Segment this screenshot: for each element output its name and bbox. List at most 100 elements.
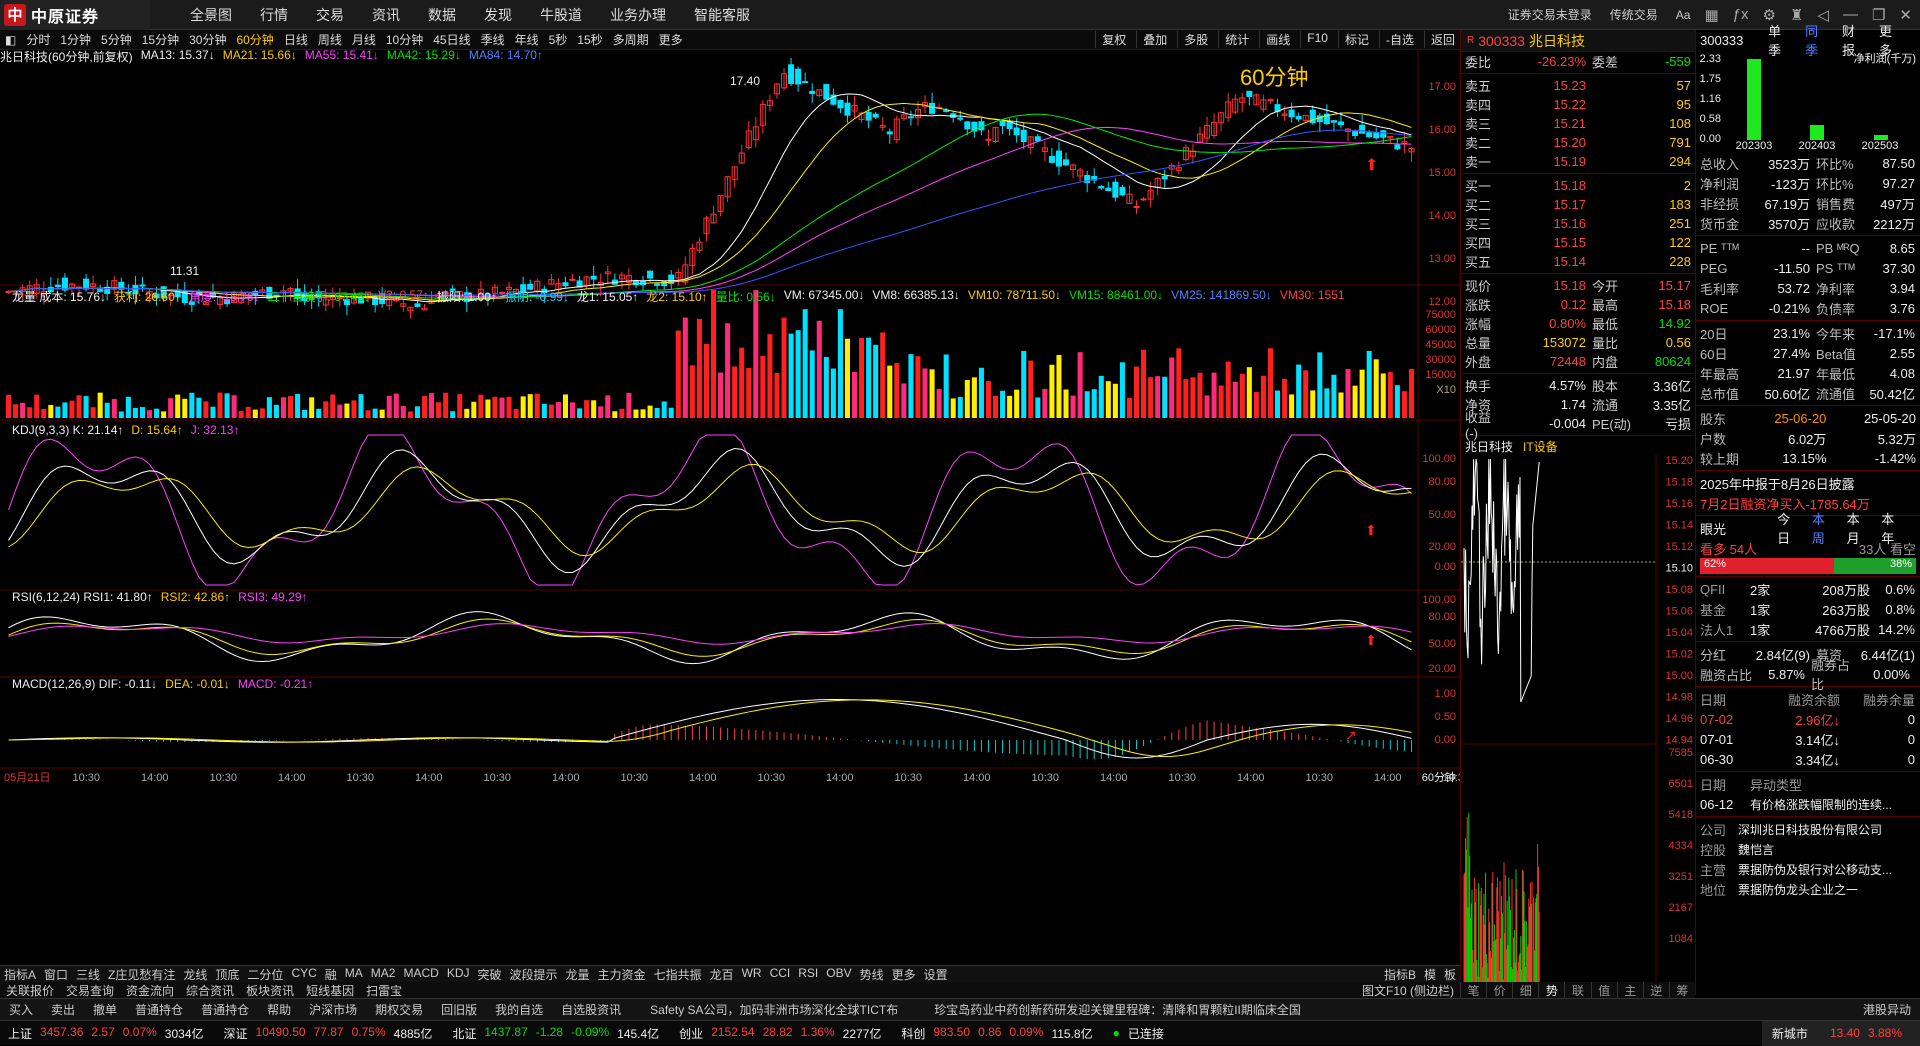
info-tab[interactable]: 交易查询 (66, 982, 114, 999)
menu-item[interactable]: 数据 (428, 5, 456, 25)
indicator-tab[interactable]: 突破 (478, 966, 502, 983)
indicator-tab[interactable]: CYC (291, 966, 316, 983)
intraday-mini-chart[interactable]: 15.20 15.18 15.16 15.14 15.12 15.10 15.08 15.06… (1461, 454, 1696, 984)
index-name[interactable]: 科创 (901, 1025, 925, 1042)
index-name[interactable]: 创业 (679, 1025, 703, 1042)
trade-shortcut[interactable]: 我的自选 (495, 1001, 543, 1018)
period-tab[interactable]: 月线 (352, 31, 376, 48)
menu-item[interactable]: 发现 (484, 5, 512, 25)
eye-tab[interactable]: 今日 (1777, 509, 1802, 547)
indicator-tab[interactable]: 龙百 (710, 966, 734, 983)
info-tab[interactable]: 扫雷宝 (366, 982, 402, 999)
menu-item[interactable]: 全景图 (190, 5, 232, 25)
quote-tab[interactable]: 价 (1486, 982, 1512, 998)
indicator-tab[interactable]: MA2 (371, 966, 396, 983)
chart-tool-button[interactable]: 统计 (1218, 31, 1249, 48)
mini-tag[interactable]: IT设备 (1523, 438, 1558, 454)
period-tab[interactable]: 更多 (659, 31, 683, 48)
hk-abnormal-link[interactable]: 港股异动 (1863, 1001, 1911, 1018)
font-size-button[interactable]: Aa (1676, 8, 1691, 22)
trade-shortcut[interactable]: 自选股资讯 (561, 1001, 621, 1018)
abnormal-row[interactable]: 06-12 有价格涨跌幅限制的连续... (1696, 794, 1920, 814)
quote-tab[interactable]: 笔 (1460, 982, 1486, 998)
period-tab[interactable]: 15秒 (577, 31, 602, 48)
kline-chart-svg[interactable]: 17.00 16.00 15.00 14.00 13.00 12.00 17.40 11.31… (0, 50, 1470, 965)
panel-toggle-icon[interactable]: ◧ (5, 33, 16, 47)
indicator-b-tab[interactable]: 指标B (1384, 966, 1416, 983)
quote-tab[interactable]: 细 (1512, 982, 1538, 998)
period-tab[interactable]: 5分钟 (101, 31, 132, 48)
trade-shortcut[interactable]: 买入 (9, 1001, 33, 1018)
menu-item[interactable]: 行情 (260, 5, 288, 25)
indicator-tab[interactable]: Z庄见愁有注 (108, 966, 175, 983)
indicator-tab[interactable]: WR (742, 966, 762, 983)
report-notice[interactable]: 2025年中报于8月26日披露 (1696, 473, 1920, 493)
trade-shortcut[interactable]: 期权交易 (375, 1001, 423, 1018)
quote-tab[interactable]: 势 (1538, 982, 1564, 998)
f10-sidebar-link[interactable]: 图文F10 (侧边栏) (1362, 982, 1454, 999)
trade-shortcut[interactable]: 回旧版 (441, 1001, 477, 1018)
info-tab[interactable]: 资金流向 (126, 982, 174, 999)
trade-shortcut[interactable]: 普通持仓 (135, 1001, 183, 1018)
period-tab[interactable]: 周线 (318, 31, 342, 48)
chart-tool-button[interactable]: 叠加 (1136, 31, 1167, 48)
indicator-tab[interactable]: 指标A (4, 966, 36, 983)
indicator-tab[interactable]: CCI (770, 966, 791, 983)
indicator-tab[interactable]: 龙线 (183, 966, 207, 983)
period-tab[interactable]: 15分钟 (142, 31, 179, 48)
info-tab[interactable]: 板块资讯 (246, 982, 294, 999)
quote-tab[interactable]: 联 (1564, 982, 1590, 998)
info-tab[interactable]: 关联报价 (6, 982, 54, 999)
stock-name[interactable]: 兆日科技 (1529, 31, 1585, 51)
period-tab[interactable]: 季线 (481, 31, 505, 48)
chart-tool-button[interactable]: 返回 (1423, 31, 1455, 48)
info-tab[interactable]: 短线基因 (306, 982, 354, 999)
chart-tool-button[interactable]: 画线 (1259, 31, 1290, 48)
period-tab[interactable]: 1分钟 (60, 31, 91, 48)
chart-tool-button[interactable]: 标记 (1337, 31, 1369, 48)
indicator-tab[interactable]: 融 (325, 966, 337, 983)
chart-tool-button[interactable]: 复权 (1095, 31, 1126, 48)
eye-tab[interactable]: 本周 (1812, 509, 1837, 547)
menu-item[interactable]: 交易 (316, 5, 344, 25)
indicator-tab[interactable]: 主力资金 (598, 966, 646, 983)
menu-item[interactable]: 业务办理 (610, 5, 666, 25)
indicator-tab[interactable]: 波段提示 (510, 966, 558, 983)
formula-icon[interactable]: ƒx (1733, 6, 1749, 23)
ticker-box[interactable]: 新城市 13.40 3.88% (1761, 1020, 1920, 1046)
indicator-tab[interactable]: 更多 (892, 966, 916, 983)
period-tab[interactable]: 日线 (284, 31, 308, 48)
indicator-tab[interactable]: 窗口 (44, 966, 68, 983)
period-tab[interactable]: 45日线 (433, 31, 470, 48)
period-tab[interactable]: 10分钟 (386, 31, 423, 48)
indicator-tab[interactable]: 二分位 (247, 966, 283, 983)
quote-tab[interactable]: 逆 (1642, 982, 1669, 998)
period-tab[interactable]: 分时 (26, 31, 50, 48)
indicator-tab[interactable]: 势线 (860, 966, 884, 983)
quote-tab[interactable]: 主 (1616, 982, 1643, 998)
menu-item[interactable]: 智能客服 (694, 5, 750, 25)
menu-item[interactable]: 牛股道 (540, 5, 582, 25)
period-tab[interactable]: 5秒 (549, 31, 568, 48)
trade-login-status[interactable]: 证券交易未登录 (1508, 6, 1592, 23)
indicator-b-tab[interactable]: 模 (1424, 966, 1436, 983)
trade-shortcut[interactable]: 普通持仓 (201, 1001, 249, 1018)
period-tab[interactable]: 多周期 (613, 31, 649, 48)
trade-shortcut[interactable]: 撤单 (93, 1001, 117, 1018)
quote-tab[interactable]: 筹 (1668, 982, 1695, 998)
indicator-tab[interactable]: MACD (403, 966, 438, 983)
indicator-tab[interactable]: MA (345, 966, 363, 983)
indicator-tab[interactable]: OBV (826, 966, 851, 983)
indicator-tab[interactable]: 设置 (924, 966, 948, 983)
chart-tool-button[interactable]: F10 (1300, 31, 1328, 48)
trade-shortcut[interactable]: 卖出 (51, 1001, 75, 1018)
indicator-tab[interactable]: 龙量 (566, 966, 590, 983)
grid-icon[interactable]: ▦ (1704, 6, 1718, 24)
indicator-tab[interactable]: RSI (798, 966, 818, 983)
menu-item[interactable]: 资讯 (372, 5, 400, 25)
trade-shortcut[interactable]: 帮助 (267, 1001, 291, 1018)
quote-tab[interactable]: 值 (1590, 982, 1617, 998)
trade-shortcut[interactable]: 沪深市场 (309, 1001, 357, 1018)
indicator-tab[interactable]: KDJ (447, 966, 470, 983)
indicator-tab[interactable]: 顶底 (215, 966, 239, 983)
